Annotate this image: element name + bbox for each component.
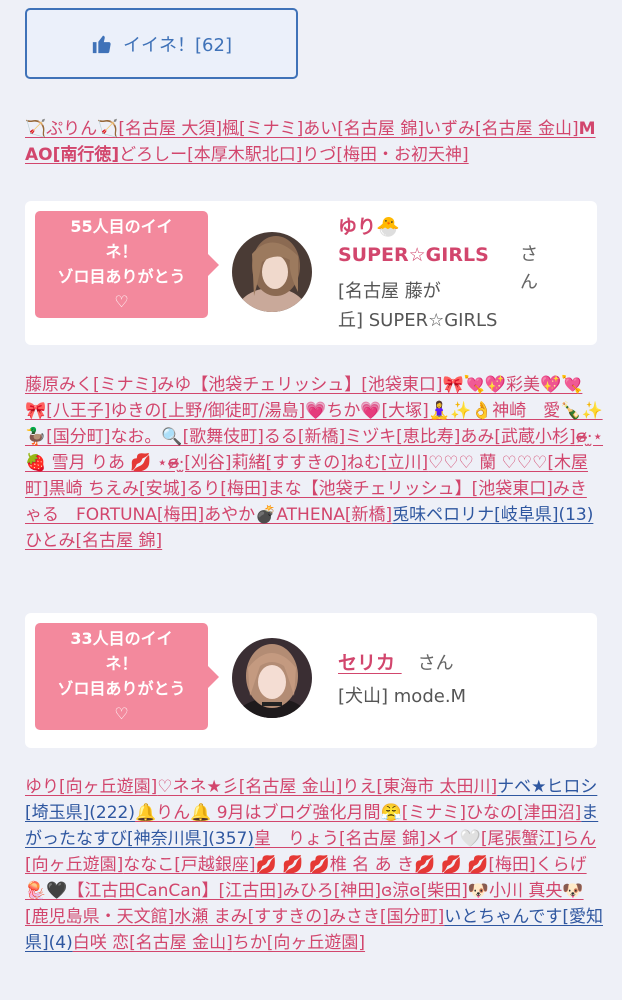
- list-item[interactable]: みひろ[神田]: [283, 881, 381, 901]
- avatar[interactable]: [232, 232, 312, 312]
- list-item[interactable]: なお。🔍[歌舞伎町]: [110, 427, 263, 447]
- cast-name[interactable]: ゆり🐣 SUPER☆GIRLS さん: [338, 213, 538, 293]
- list-item[interactable]: るる[新橋]: [264, 427, 345, 447]
- liked-by-list-top: 🏹ぷりん🏹[名古屋 大須]楓[ミナミ]あい[名古屋 錦]いずみ[名古屋 金山]M…: [25, 116, 603, 168]
- list-item[interactable]: ミヅキ[恵比寿]: [345, 427, 460, 447]
- shop-info: [犬山] mode.M: [338, 682, 466, 711]
- list-item[interactable]: 莉緒[すすきの]: [232, 453, 347, 473]
- list-item[interactable]: 🏹ぷりん🏹[名古屋 大須]: [25, 119, 222, 139]
- bubble-text: 55人目のイイ: [70, 217, 173, 236]
- list-item[interactable]: まな【池袋チェリッシュ】[池袋東口]: [268, 479, 553, 499]
- list-item[interactable]: ななこ[戸越銀座]: [123, 855, 255, 875]
- list-item[interactable]: りえ[東海市 太田川]: [342, 777, 497, 797]
- liked-by-list-mid: 藤原みく[ミナミ]みゆ【池袋チェリッシュ】[池袋東口]🎀💘💖彩美💖💘🎀[八王子]…: [25, 372, 603, 554]
- shop-text: [名古屋 藤が: [338, 281, 441, 302]
- list-item[interactable]: るり[梅田]: [186, 479, 267, 499]
- avatar-image: [232, 232, 312, 312]
- like-card-55: 55人目のイイ ネ！ ゾロ目ありがとう ♡ ゆり🐣 SUPER☆GIRLS さん…: [25, 201, 597, 345]
- shop-info: [名古屋 藤が 丘] SUPER☆GIRLS: [338, 277, 497, 335]
- shop-text: 丘] SUPER☆GIRLS: [338, 310, 498, 331]
- list-item[interactable]: あみ[武蔵小杉]: [460, 427, 575, 447]
- list-item[interactable]: あい[名古屋 錦]: [303, 119, 424, 139]
- honorific: さん: [520, 244, 538, 293]
- list-item[interactable]: みさき[国分町]: [329, 907, 444, 927]
- bubble-text: ネ！: [105, 242, 138, 261]
- honorific: さん: [417, 653, 454, 674]
- list-item[interactable]: みゆ【池袋チェリッシュ】[池袋東口]: [157, 375, 442, 395]
- list-item[interactable]: いずみ[名古屋 金山]: [424, 119, 579, 139]
- bubble-text: ゾロ目ありがとう: [57, 267, 186, 286]
- list-item[interactable]: りづ[梅田・お初天神]: [302, 145, 468, 165]
- bubble-text: ネ！: [105, 654, 138, 673]
- like-button-label: イイネ！[62]: [123, 34, 232, 56]
- list-item[interactable]: ちか[向ヶ丘遊園]: [233, 933, 365, 953]
- cast-name-text: ゆり🐣 SUPER☆GIRLS: [338, 216, 489, 266]
- list-item[interactable]: 💗ちか💗[大塚]: [305, 401, 429, 421]
- like-card-33: 33人目のイイ ネ！ ゾロ目ありがとう ♡ セリカ さん [犬山] mode.M: [25, 613, 597, 748]
- list-item[interactable]: 兎味ペロリナ[岐阜県](13): [392, 505, 593, 525]
- list-item[interactable]: 🔔りん🔔 9月はブログ強化月間😤[ミナミ]: [135, 803, 466, 823]
- cast-name-text: セリカ: [338, 652, 396, 674]
- bubble-text: 33人目のイイ: [70, 629, 173, 648]
- list-item[interactable]: どろしー[本厚木駅北口]: [119, 145, 302, 165]
- list-item[interactable]: ひとみ[名古屋 錦]: [25, 531, 162, 551]
- list-item[interactable]: 皇 りょう[名古屋 錦]: [254, 829, 426, 849]
- bubble-text: ゾロ目ありがとう: [57, 679, 186, 698]
- liked-by-list-bottom: ゆり[向ヶ丘遊園]♡ネネ★彡[名古屋 金山]りえ[東海市 太田川]ナベ★ヒロシ[…: [25, 774, 603, 956]
- like-button[interactable]: イイネ！[62]: [25, 8, 298, 79]
- cast-name[interactable]: セリカ さん: [338, 649, 454, 678]
- list-item[interactable]: あやか💣ATHENA[新橋]: [204, 505, 392, 525]
- avatar-image: [232, 638, 312, 718]
- list-item[interactable]: ゆきの[上野/御徒町/湯島]: [110, 401, 305, 421]
- avatar[interactable]: [232, 638, 312, 718]
- list-item[interactable]: ♡ネネ★彡[名古屋 金山]: [157, 777, 342, 797]
- list-item[interactable]: 水瀬 まみ[すすきの]: [174, 907, 329, 927]
- list-item[interactable]: ɞ涼ɞ[柴田]: [381, 881, 468, 901]
- heart-icon: ♡: [114, 292, 129, 311]
- list-item[interactable]: ひなの[津田沼]: [466, 803, 581, 823]
- milestone-bubble: 33人目のイイ ネ！ ゾロ目ありがとう ♡: [35, 623, 219, 730]
- list-item[interactable]: 藤原みく[ミナミ]: [25, 375, 157, 395]
- milestone-bubble: 55人目のイイ ネ！ ゾロ目ありがとう ♡: [35, 211, 219, 318]
- list-item[interactable]: ゆり[向ヶ丘遊園]: [25, 777, 157, 797]
- list-item[interactable]: メイ🤍[尾張蟹江]: [426, 829, 562, 849]
- shop-text: [犬山] mode.M: [338, 686, 467, 707]
- list-item[interactable]: 💋 💋 💋椎 名 あ き💋 💋 💋[梅田]: [256, 855, 536, 875]
- heart-icon: ♡: [114, 704, 129, 723]
- list-item[interactable]: 楓[ミナミ]: [222, 119, 303, 139]
- list-item[interactable]: 黒崎 ちえみ[安城]: [49, 479, 187, 499]
- list-item[interactable]: ねむ[立川]: [347, 453, 428, 473]
- list-item[interactable]: 白咲 恋[名古屋 金山]: [73, 933, 233, 953]
- thumbs-up-icon: [92, 35, 111, 53]
